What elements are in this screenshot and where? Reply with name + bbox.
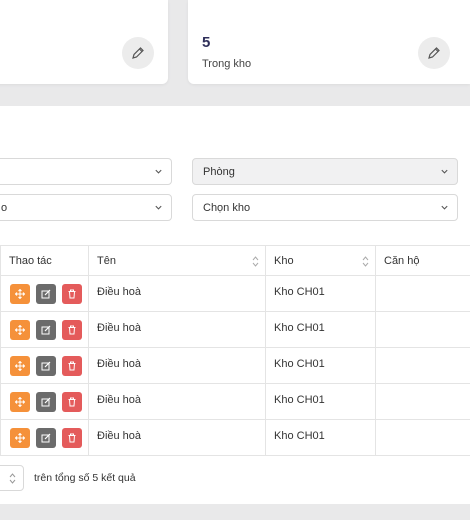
chevron-down-icon	[441, 205, 448, 210]
item-warehouse: Kho CH01	[274, 358, 325, 370]
header-apartment[interactable]: Căn hộ	[375, 246, 470, 275]
warehouse-select[interactable]: Chọn kho	[192, 194, 458, 221]
edit-button[interactable]	[36, 284, 56, 304]
table-header-row: Thao tác Tên Kho Căn hộ	[0, 246, 470, 276]
trash-icon	[68, 325, 76, 335]
items-table: Thao tác Tên Kho Căn hộ Điều hoà Kho CH0…	[0, 245, 470, 456]
item-warehouse: Kho CH01	[274, 430, 325, 442]
table-row: Điều hoà Kho CH01	[0, 276, 470, 312]
warehouse-cell: Kho CH01	[265, 348, 375, 383]
header-actions: Thao tác	[0, 246, 88, 275]
pencil-icon	[418, 37, 450, 69]
move-icon	[15, 361, 25, 371]
move-icon	[15, 325, 25, 335]
delete-button[interactable]	[62, 356, 82, 376]
item-warehouse: Kho CH01	[274, 394, 325, 406]
item-warehouse: Kho CH01	[274, 286, 325, 298]
actions-cell	[0, 384, 88, 419]
delete-button[interactable]	[62, 428, 82, 448]
name-cell: Điều hoà	[88, 384, 265, 419]
sort-icon[interactable]	[362, 256, 369, 267]
edit-button[interactable]	[36, 428, 56, 448]
chevron-down-icon	[155, 205, 162, 210]
select-value: o	[1, 201, 8, 214]
filter-select-left[interactable]	[0, 158, 172, 185]
apartment-cell	[375, 420, 470, 455]
apartment-cell	[375, 348, 470, 383]
table-footer: trên tổng số 5 kết quả	[0, 463, 470, 493]
edit-icon	[41, 397, 51, 407]
header-name[interactable]: Tên	[88, 246, 265, 275]
select-value: Chọn kho	[203, 201, 251, 214]
stat-card-left	[0, 0, 168, 84]
item-warehouse: Kho CH01	[274, 322, 325, 334]
select-value: Phòng	[203, 165, 235, 178]
move-icon	[15, 289, 25, 299]
apartment-cell	[375, 384, 470, 419]
item-name: Điều hoà	[97, 322, 142, 334]
edit-icon	[41, 361, 51, 371]
header-label: Tên	[97, 255, 116, 267]
warehouse-cell: Kho CH01	[265, 312, 375, 347]
move-icon	[15, 397, 25, 407]
actions-cell	[0, 276, 88, 311]
name-cell: Điều hoà	[88, 420, 265, 455]
item-name: Điều hoà	[97, 394, 142, 406]
room-select[interactable]: Phòng	[192, 158, 458, 185]
header-label: Căn hộ	[384, 255, 420, 267]
move-button[interactable]	[10, 284, 30, 304]
stat-card-in-stock: 5 Trong kho	[188, 0, 470, 84]
header-warehouse[interactable]: Kho	[265, 246, 375, 275]
trash-icon	[68, 361, 76, 371]
sort-icon	[9, 473, 16, 484]
move-button[interactable]	[10, 320, 30, 340]
list-panel: Phòng o Chọn kho Thao tác Tên Kho Căn hộ	[0, 106, 470, 504]
chevron-down-icon	[441, 169, 448, 174]
warehouse-cell: Kho CH01	[265, 420, 375, 455]
move-button[interactable]	[10, 356, 30, 376]
name-cell: Điều hoà	[88, 348, 265, 383]
name-cell: Điều hoà	[88, 276, 265, 311]
chevron-down-icon	[155, 169, 162, 174]
move-button[interactable]	[10, 392, 30, 412]
item-name: Điều hoà	[97, 286, 142, 298]
actions-cell	[0, 348, 88, 383]
filter-select-left-2[interactable]: o	[0, 194, 172, 221]
stat-label: Trong kho	[202, 58, 252, 70]
move-button[interactable]	[10, 428, 30, 448]
delete-button[interactable]	[62, 392, 82, 412]
table-row: Điều hoà Kho CH01	[0, 384, 470, 420]
delete-button[interactable]	[62, 320, 82, 340]
actions-cell	[0, 420, 88, 455]
item-name: Điều hoà	[97, 430, 142, 442]
move-icon	[15, 433, 25, 443]
page-size-select[interactable]	[0, 465, 24, 491]
delete-button[interactable]	[62, 284, 82, 304]
table-row: Điều hoà Kho CH01	[0, 420, 470, 456]
table-row: Điều hoà Kho CH01	[0, 312, 470, 348]
actions-cell	[0, 312, 88, 347]
name-cell: Điều hoà	[88, 312, 265, 347]
stat-value: 5	[202, 34, 211, 51]
pencil-icon	[122, 37, 154, 69]
item-name: Điều hoà	[97, 358, 142, 370]
trash-icon	[68, 433, 76, 443]
edit-button[interactable]	[36, 356, 56, 376]
edit-icon	[41, 433, 51, 443]
edit-icon	[41, 289, 51, 299]
edit-icon	[41, 325, 51, 335]
trash-icon	[68, 397, 76, 407]
edit-button[interactable]	[36, 320, 56, 340]
edit-button[interactable]	[36, 392, 56, 412]
header-label: Thao tác	[9, 255, 52, 267]
header-label: Kho	[274, 255, 294, 267]
table-row: Điều hoà Kho CH01	[0, 348, 470, 384]
trash-icon	[68, 289, 76, 299]
apartment-cell	[375, 276, 470, 311]
apartment-cell	[375, 312, 470, 347]
sort-icon[interactable]	[252, 256, 259, 267]
result-count: trên tổng số 5 kết quả	[34, 472, 136, 484]
warehouse-cell: Kho CH01	[265, 384, 375, 419]
warehouse-cell: Kho CH01	[265, 276, 375, 311]
